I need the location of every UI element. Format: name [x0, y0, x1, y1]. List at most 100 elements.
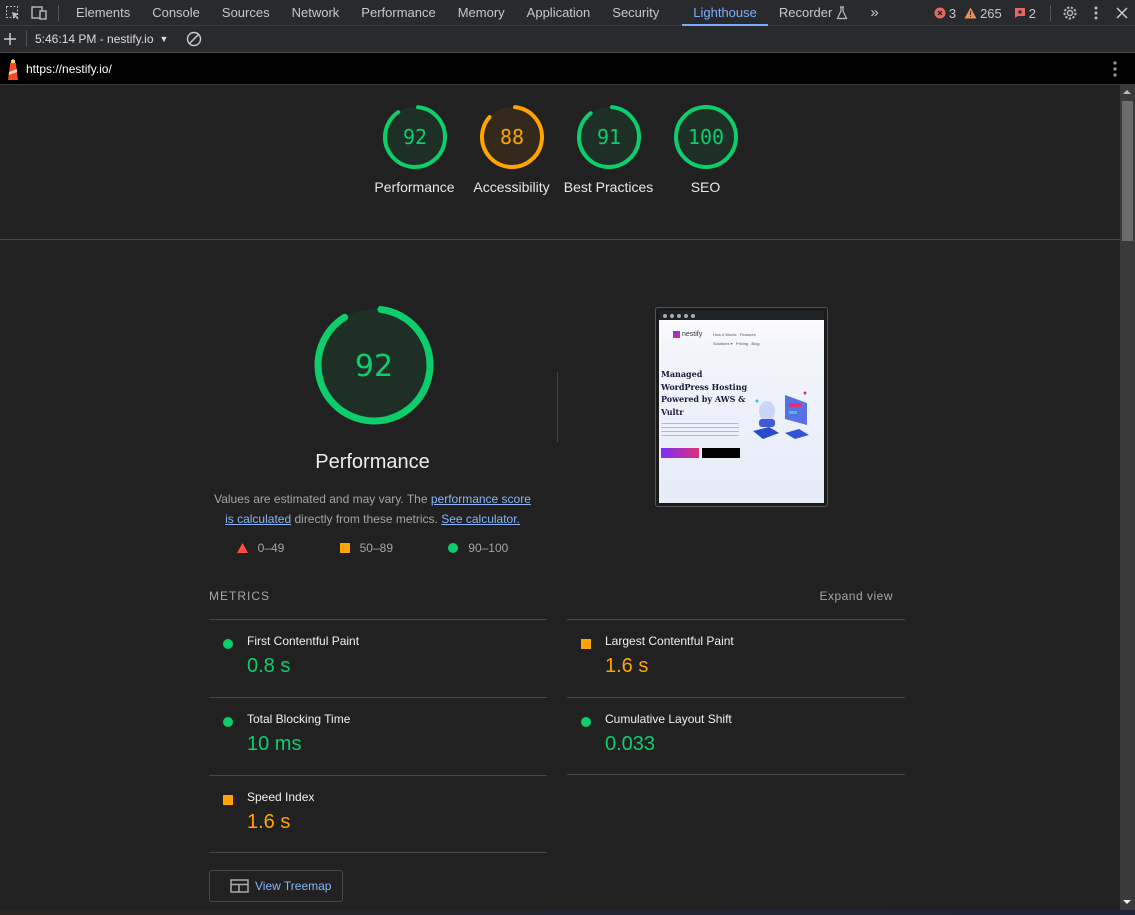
- tab-recorder[interactable]: Recorder: [768, 0, 859, 26]
- lighthouse-toolbar: 5:46:14 PM - nestify.io ▼: [0, 26, 1135, 53]
- gauge-best-practices[interactable]: 91 Best Practices: [560, 103, 657, 197]
- treemap-icon: [230, 879, 249, 893]
- performance-description: Values are estimated and may vary. The p…: [209, 489, 536, 529]
- gauge-label: Performance: [374, 179, 455, 195]
- report-menu-icon[interactable]: [1113, 61, 1117, 82]
- screenshot-nav-item: Features: [739, 332, 756, 337]
- tab-performance[interactable]: Performance: [350, 0, 446, 26]
- caret-down-icon: ▼: [159, 34, 169, 44]
- metrics-grid: First Contentful Paint 0.8 s Largest Conte…: [209, 619, 905, 853]
- issues-badge[interactable]: 2: [1014, 6, 1036, 21]
- tab-console[interactable]: Console: [141, 0, 211, 26]
- warnings-badge[interactable]: 265: [964, 6, 1002, 21]
- gauge-ring: 88: [479, 105, 544, 169]
- flask-icon: [836, 5, 848, 19]
- tab-recorder-label: Recorder: [778, 4, 833, 20]
- tab-sources[interactable]: Sources: [211, 0, 281, 26]
- scroll-up-arrow-icon[interactable]: [1123, 90, 1131, 94]
- tab-lighthouse[interactable]: Lighthouse: [682, 0, 768, 26]
- tab-elements[interactable]: Elements: [65, 0, 141, 26]
- gauge-ring: 91: [576, 105, 641, 169]
- gauge-score: 100: [687, 125, 723, 149]
- issues-count: 2: [1028, 5, 1036, 21]
- more-options-icon[interactable]: [1083, 0, 1109, 26]
- final-screenshot[interactable]: nestify How it Works Features Solutions …: [655, 307, 828, 507]
- new-report-icon[interactable]: [0, 26, 20, 53]
- legend-fail-label: 0–49: [257, 541, 285, 555]
- report-url[interactable]: https://nestify.io/: [26, 62, 112, 76]
- screenshot-logo-text: nestify: [682, 331, 703, 338]
- separator: [26, 31, 27, 47]
- report-selector-label: 5:46:14 PM - nestify.io: [35, 32, 154, 46]
- legend-average-label: 50–89: [359, 541, 393, 555]
- performance-title: Performance: [315, 451, 430, 473]
- chevron-double-right-icon: »: [870, 3, 879, 21]
- performance-big-gauge: 92: [314, 305, 434, 425]
- devtools-tabbar: Elements Console Sources Network Perform…: [0, 0, 1135, 26]
- close-devtools-icon[interactable]: [1109, 0, 1135, 26]
- screenshot-button-pricing: [661, 448, 699, 458]
- tab-application[interactable]: Application: [516, 0, 602, 26]
- expand-view-toggle[interactable]: Expand view: [819, 585, 893, 619]
- report-selector[interactable]: 5:46:14 PM - nestify.io ▼: [35, 32, 168, 46]
- scrollbar-thumb[interactable]: [1122, 101, 1133, 241]
- metric-value: 1.6 s: [247, 811, 291, 833]
- metric-value: 1.6 s: [605, 655, 649, 677]
- desc-text: Values are estimated and may vary. The: [214, 492, 431, 506]
- legend-pass: 90–100: [448, 541, 508, 555]
- metrics-section: METRICS Expand view First Contentful Pai…: [209, 585, 905, 853]
- lighthouse-logo-icon: [6, 57, 20, 81]
- view-treemap-button[interactable]: View Treemap: [209, 870, 343, 902]
- vertical-scrollbar[interactable]: [1120, 85, 1135, 910]
- device-toolbar-icon[interactable]: [26, 0, 52, 26]
- category-gauges: 92 Performance 88 Accessibility 91 Best Pract…: [0, 103, 1120, 197]
- see-calculator-link[interactable]: See calculator.: [441, 512, 520, 526]
- gauge-seo[interactable]: 100 SEO: [657, 103, 754, 197]
- screenshot-logo: nestify: [673, 331, 702, 338]
- screenshot-wp-bar: [659, 311, 824, 320]
- scroll-down-arrow-icon[interactable]: [1123, 900, 1131, 904]
- separator: [1050, 5, 1051, 21]
- issue-icon: [1014, 8, 1025, 18]
- square-icon: [339, 543, 350, 553]
- screenshot-paragraph: [661, 423, 739, 439]
- screenshot-nav: How it Works Features Solutions ▾ Pricin…: [713, 330, 760, 348]
- metric-total-blocking-time: Total Blocking Time 10 ms: [209, 697, 547, 775]
- pass-circle-icon: [223, 717, 233, 727]
- divider: [0, 239, 1120, 240]
- screenshot-headline: Managed WordPress Hosting Powered by AWS…: [661, 369, 748, 417]
- legend-fail: 0–49: [236, 541, 285, 555]
- screenshot-illustration: [753, 391, 809, 439]
- gauge-performance[interactable]: 92 Performance: [366, 103, 463, 197]
- pass-circle-icon: [581, 717, 591, 727]
- clear-reports-icon[interactable]: [186, 31, 202, 47]
- metric-speed-index: Speed Index 1.6 s: [209, 775, 547, 853]
- metric-first-contentful-paint: First Contentful Paint 0.8 s: [209, 619, 547, 697]
- error-icon: [934, 7, 946, 19]
- metric-name: Total Blocking Time: [247, 712, 351, 726]
- gauge-score: 92: [402, 125, 426, 149]
- inspect-element-icon[interactable]: [0, 0, 26, 26]
- warnings-count: 265: [980, 5, 1002, 21]
- tab-memory[interactable]: Memory: [447, 0, 516, 26]
- screenshot-nav-item: Pricing: [735, 341, 749, 346]
- metric-value: 0.8 s: [247, 655, 291, 677]
- metric-name: First Contentful Paint: [247, 634, 360, 648]
- gauge-ring: 92: [382, 105, 447, 169]
- more-tabs-button[interactable]: »: [859, 0, 889, 26]
- gauge-ring: 100: [673, 105, 738, 169]
- screenshot-nav-item: How it Works: [713, 332, 737, 337]
- tab-security[interactable]: Security: [601, 0, 670, 26]
- average-square-icon: [581, 639, 591, 649]
- gauge-accessibility[interactable]: 88 Accessibility: [463, 103, 560, 197]
- legend-average: 50–89: [339, 541, 393, 555]
- score-legend: 0–49 50–89 90–100: [209, 541, 536, 555]
- screenshot-button-trial: [702, 448, 740, 458]
- pass-circle-icon: [223, 639, 233, 649]
- tab-network[interactable]: Network: [281, 0, 351, 26]
- settings-icon[interactable]: [1057, 0, 1083, 26]
- metrics-header: METRICS Expand view: [209, 585, 905, 619]
- errors-badge[interactable]: 3: [934, 6, 956, 21]
- screenshot-page: nestify How it Works Features Solutions …: [659, 311, 824, 503]
- gauge-score: 91: [596, 125, 620, 149]
